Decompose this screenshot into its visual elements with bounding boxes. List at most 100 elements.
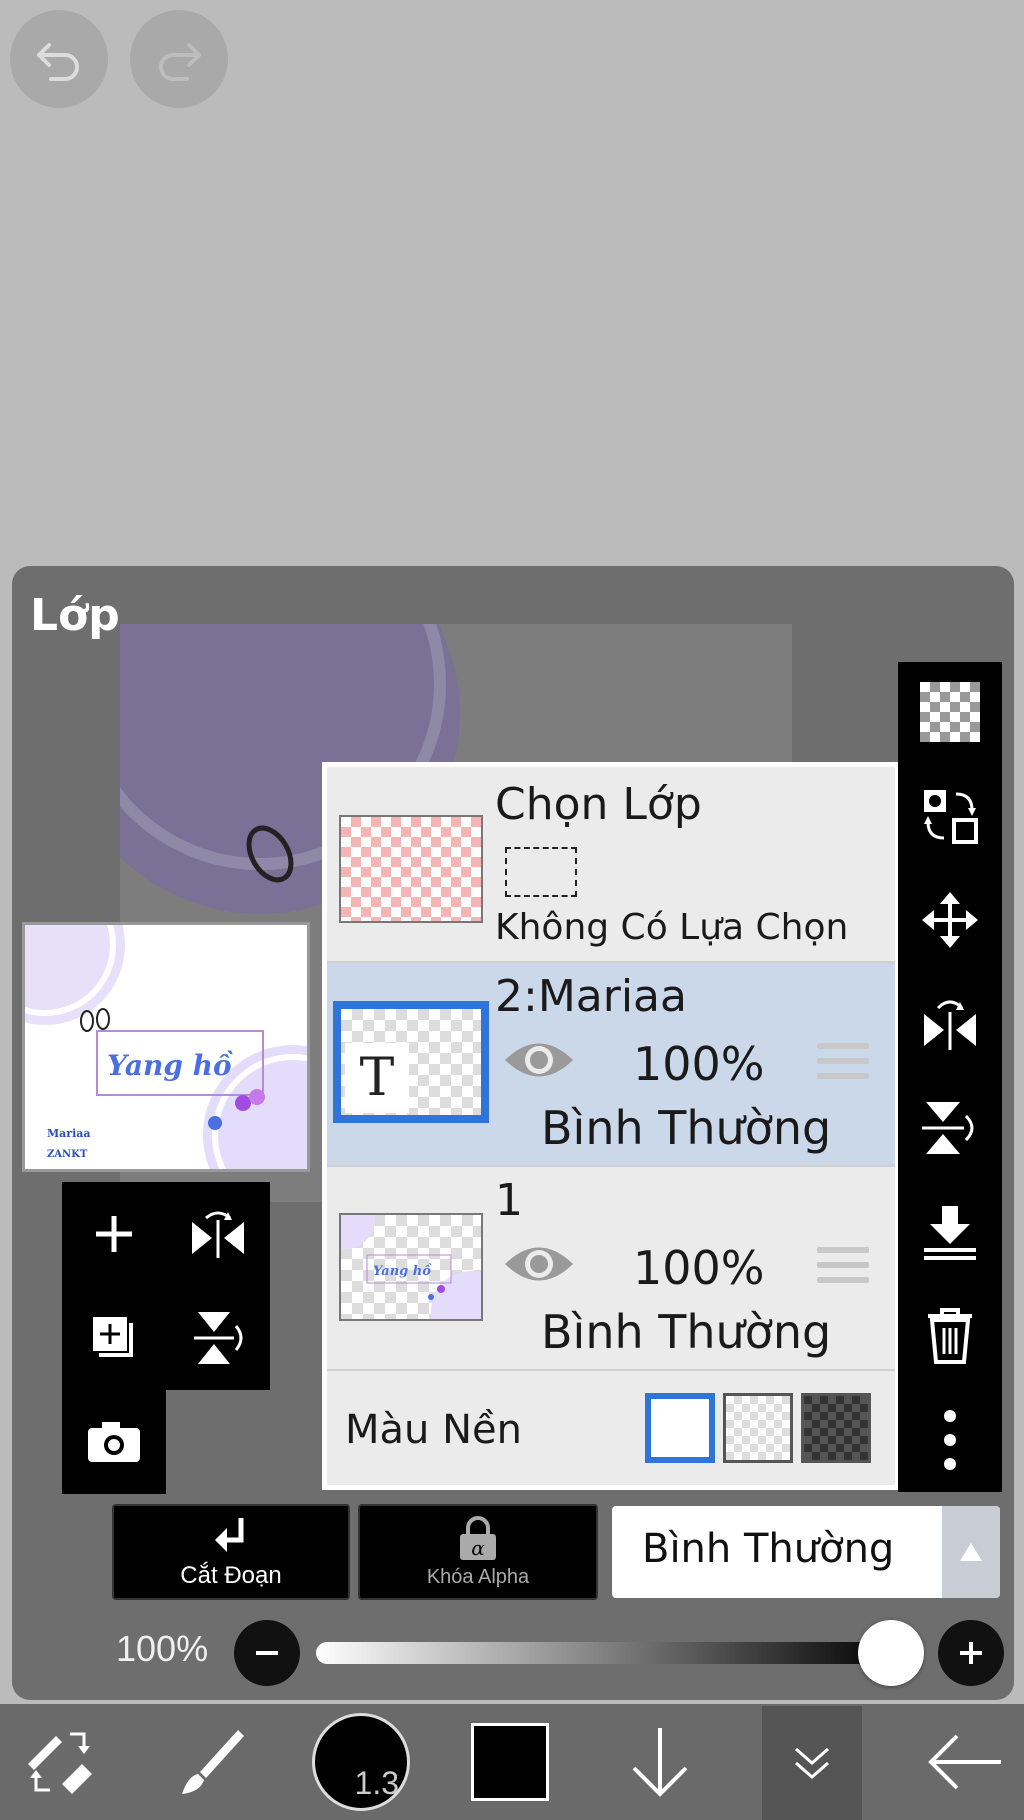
checker-icon bbox=[920, 682, 980, 742]
layer-name: 1 bbox=[495, 1175, 523, 1226]
brush-tool-button[interactable] bbox=[150, 1704, 270, 1820]
visibility-eye-icon[interactable] bbox=[503, 1239, 575, 1289]
flip-horizontal-icon bbox=[924, 1000, 976, 1050]
swap-icon bbox=[924, 790, 978, 844]
move-button[interactable] bbox=[898, 870, 1002, 970]
camera-icon bbox=[88, 1422, 140, 1462]
swap-layer-button[interactable] bbox=[898, 766, 1002, 866]
layer-opacity: 100% bbox=[633, 1241, 765, 1295]
undo-button[interactable] bbox=[10, 10, 108, 108]
flip-vertical-icon bbox=[922, 1102, 974, 1154]
layer-panel: Lớp Yang hồ Mariaa ZANKT Chọn Lớp Không … bbox=[12, 566, 1014, 1700]
brush-eraser-swap-icon bbox=[28, 1732, 92, 1794]
opacity-decrease-button[interactable] bbox=[234, 1620, 300, 1686]
selection-layer-title: Chọn Lớp bbox=[495, 779, 702, 830]
flip-horizontal-button[interactable] bbox=[166, 1182, 270, 1286]
opacity-slider-knob[interactable] bbox=[858, 1620, 924, 1686]
visibility-eye-icon[interactable] bbox=[503, 1035, 575, 1085]
blend-dropdown-arrow[interactable] bbox=[942, 1506, 1000, 1598]
layer-down-button[interactable] bbox=[620, 1704, 700, 1820]
layer-thumbnail-text: Yang hồ bbox=[373, 1263, 432, 1279]
transparency-button[interactable] bbox=[898, 662, 1002, 762]
opacity-slider[interactable] bbox=[316, 1642, 896, 1664]
drag-handle-icon[interactable] bbox=[817, 1247, 869, 1287]
thumbnail-caption-2: ZANKT bbox=[47, 1149, 88, 1160]
merge-down-button[interactable] bbox=[898, 1182, 1002, 1282]
more-options-button[interactable] bbox=[898, 1390, 1002, 1490]
bg-transparent-swatch[interactable] bbox=[723, 1393, 793, 1463]
more-vertical-icon bbox=[944, 1410, 956, 1470]
layer-name: 2:Mariaa bbox=[495, 971, 687, 1022]
color-button[interactable] bbox=[470, 1704, 550, 1820]
duplicate-layer-button[interactable] bbox=[62, 1286, 166, 1390]
background-label: Màu Nền bbox=[345, 1407, 522, 1453]
left-layer-tools bbox=[62, 1182, 270, 1494]
merge-down-icon bbox=[924, 1206, 976, 1260]
arrow-left-icon bbox=[928, 1734, 1001, 1790]
flip-vertical-right-button[interactable] bbox=[898, 1078, 1002, 1178]
flip-horizontal-icon bbox=[192, 1211, 244, 1258]
redo-icon bbox=[159, 43, 201, 81]
layers-toggle-button[interactable] bbox=[762, 1706, 862, 1820]
double-chevron-down-icon bbox=[795, 1747, 829, 1779]
layer-blend-mode: Bình Thường bbox=[541, 1305, 832, 1359]
svg-text:α: α bbox=[471, 1536, 485, 1560]
undo-icon bbox=[37, 43, 79, 81]
selection-marquee-icon bbox=[505, 847, 577, 897]
trash-icon bbox=[928, 1308, 972, 1364]
duplicate-layer-icon bbox=[91, 1315, 135, 1359]
panel-title: Lớp bbox=[30, 590, 120, 641]
add-layer-button[interactable] bbox=[62, 1182, 166, 1286]
bg-dark-swatch[interactable] bbox=[801, 1393, 871, 1463]
clipping-label: Cắt Đoạn bbox=[180, 1562, 282, 1589]
layer-thumbnail: Yang hồ bbox=[315, 1189, 511, 1351]
move-icon bbox=[922, 892, 978, 948]
opacity-row: 100% bbox=[12, 1606, 1014, 1696]
bg-white-swatch[interactable] bbox=[645, 1393, 715, 1463]
clipping-icon bbox=[215, 1518, 244, 1552]
clipping-button[interactable]: Cắt Đoạn bbox=[112, 1504, 350, 1600]
flip-horizontal-right-button[interactable] bbox=[898, 974, 1002, 1074]
lock-icon: α bbox=[460, 1515, 496, 1560]
brush-size-button[interactable]: 1.3 bbox=[310, 1704, 412, 1820]
camera-button[interactable] bbox=[62, 1390, 166, 1494]
selection-layer-row[interactable]: Chọn Lớp Không Có Lựa Chọn bbox=[327, 767, 895, 963]
thumbnail-title-text: Yang hồ bbox=[107, 1049, 233, 1082]
alpha-lock-button[interactable]: α Khóa Alpha bbox=[358, 1504, 598, 1600]
flip-vertical-button[interactable] bbox=[166, 1286, 270, 1390]
layer-blend-mode: Bình Thường bbox=[541, 1101, 832, 1155]
layer-opacity: 100% bbox=[633, 1037, 765, 1091]
layer-list: Chọn Lớp Không Có Lựa Chọn T 2:Mariaa 10… bbox=[315, 762, 900, 1490]
text-layer-icon: T bbox=[345, 1043, 409, 1113]
plus-icon bbox=[96, 1216, 132, 1252]
background-color-row: Màu Nền bbox=[327, 1371, 895, 1485]
flip-vertical-icon bbox=[194, 1312, 243, 1364]
right-layer-tools bbox=[898, 662, 1002, 1492]
plus-icon bbox=[960, 1642, 982, 1664]
delete-layer-button[interactable] bbox=[898, 1286, 1002, 1386]
current-color-swatch bbox=[471, 1723, 549, 1801]
drag-handle-icon[interactable] bbox=[817, 1043, 869, 1083]
transform-tool-button[interactable] bbox=[0, 1704, 120, 1820]
brush-size-indicator: 1.3 bbox=[312, 1713, 410, 1811]
back-button[interactable] bbox=[910, 1704, 1020, 1820]
layer-row[interactable]: Yang hồ 1 100% Bình Thường bbox=[315, 1167, 895, 1371]
brush-size-value: 1.3 bbox=[354, 1765, 399, 1801]
selection-status: Không Có Lựa Chọn bbox=[495, 907, 849, 948]
brush-icon bbox=[182, 1730, 244, 1794]
redo-button[interactable] bbox=[130, 10, 228, 108]
thumbnail-art: Yang hồ Mariaa ZANKT bbox=[25, 925, 307, 1169]
opacity-label: 100% bbox=[116, 1628, 209, 1669]
alpha-lock-label: Khóa Alpha bbox=[426, 1565, 530, 1588]
blend-mode-value: Bình Thường bbox=[642, 1526, 895, 1572]
canvas-thumbnail[interactable]: Yang hồ Mariaa ZANKT bbox=[22, 922, 310, 1172]
blend-mode-select[interactable]: Bình Thường bbox=[612, 1506, 1000, 1598]
arrow-down-icon bbox=[632, 1728, 688, 1797]
layer-thumbnail: T bbox=[333, 1001, 489, 1123]
layer-row[interactable]: T 2:Mariaa 100% Bình Thường bbox=[327, 963, 895, 1167]
opacity-increase-button[interactable] bbox=[938, 1620, 1004, 1686]
thumbnail-caption-1: Mariaa bbox=[47, 1127, 91, 1140]
minus-icon bbox=[256, 1651, 278, 1655]
bottom-toolbar: 1.3 bbox=[0, 1704, 1024, 1820]
selection-layer-thumbnail bbox=[339, 815, 483, 923]
